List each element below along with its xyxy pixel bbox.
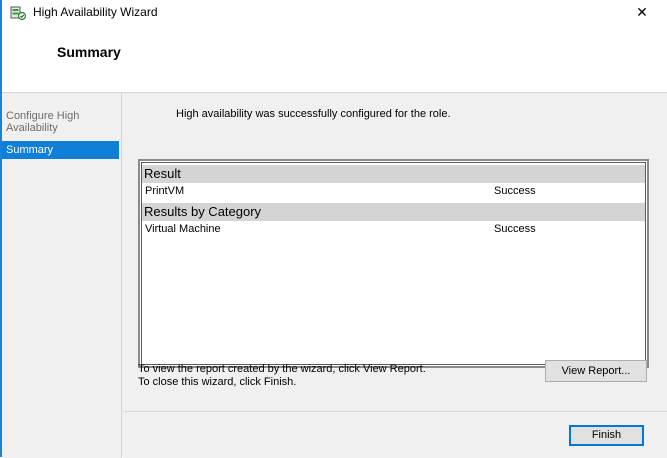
window-title: High Availability Wizard	[33, 5, 158, 19]
hint-view-report: To view the report created by the wizard…	[138, 363, 426, 375]
finish-button[interactable]: Finish	[569, 425, 644, 446]
wizard-footer: Finish	[123, 411, 667, 458]
wizard-window: High Availability Wizard ✕ Summary Confi…	[0, 0, 667, 458]
nav-item-configure-high-availability[interactable]: Configure High Availability	[2, 108, 119, 136]
results-panel[interactable]: Result PrintVM Success Results by Catego…	[138, 159, 649, 368]
title-bar[interactable]: High Availability Wizard ✕	[2, 0, 667, 26]
close-button[interactable]: ✕	[633, 3, 651, 21]
category-name: Virtual Machine	[145, 223, 221, 235]
wizard-body: Configure High Availability Summary High…	[2, 92, 667, 458]
steps-nav: Configure High Availability Summary	[2, 93, 122, 458]
category-status: Success	[494, 223, 536, 235]
success-message: High availability was successfully confi…	[176, 108, 451, 120]
nav-item-summary[interactable]: Summary	[2, 141, 119, 159]
view-report-button[interactable]: View Report...	[545, 360, 647, 382]
report-hint: To view the report created by the wizard…	[138, 363, 426, 389]
summary-content: High availability was successfully confi…	[123, 93, 667, 411]
result-section-header: Result	[142, 165, 645, 183]
result-row: PrintVM Success	[142, 183, 645, 199]
wizard-header: Summary	[2, 26, 667, 92]
page-title: Summary	[57, 44, 121, 60]
results-list: Result PrintVM Success Results by Catego…	[141, 162, 646, 365]
wizard-icon	[10, 5, 27, 21]
hint-finish: To close this wizard, click Finish.	[138, 376, 297, 388]
result-name: PrintVM	[145, 185, 185, 197]
close-icon: ✕	[636, 4, 648, 20]
category-section-header: Results by Category	[142, 203, 645, 221]
result-status: Success	[494, 185, 536, 197]
category-row: Virtual Machine Success	[142, 221, 645, 237]
